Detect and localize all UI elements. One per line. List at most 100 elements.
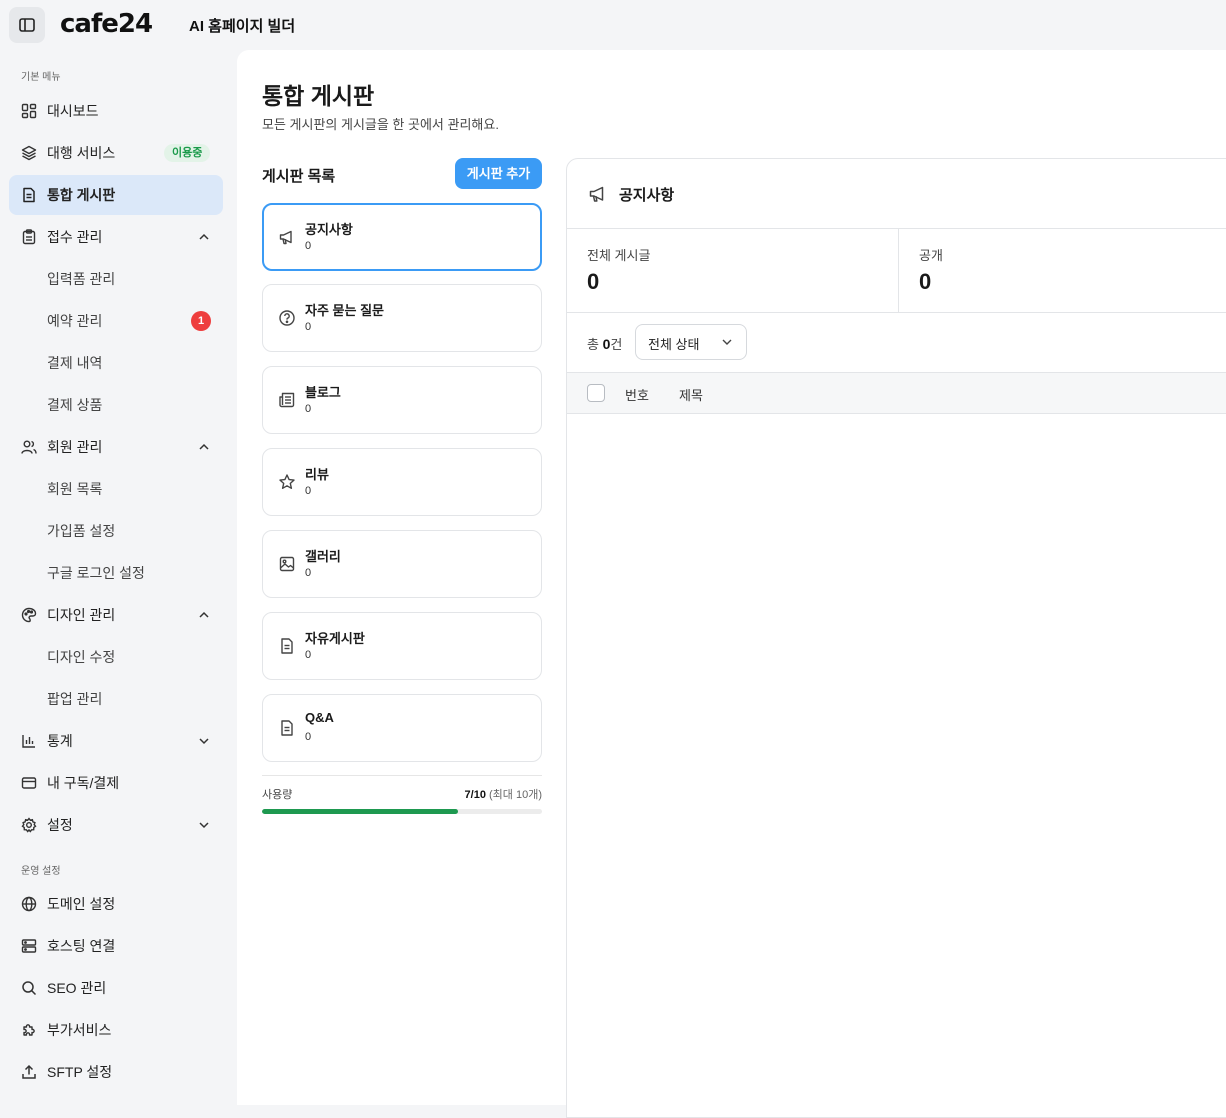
sidebar-item-dashboard[interactable]: 대시보드 xyxy=(9,91,223,131)
sidebar-item-reception[interactable]: 접수 관리 xyxy=(9,217,223,257)
board-detail-panel: 공지사항 전체 게시글 0 공개 0 총 0건 전체 상태 번호 제목 xyxy=(566,158,1226,1118)
cafe24-logo[interactable]: cafe24 xyxy=(60,9,153,39)
status-filter-select[interactable]: 전체 상태 xyxy=(635,324,747,360)
sidebar-item-label: 통합 게시판 xyxy=(47,187,116,203)
board-card[interactable]: 블로그 0 xyxy=(262,366,542,434)
sidebar-item-form[interactable]: 입력폼 관리 xyxy=(9,259,223,299)
chevron-down-icon xyxy=(199,822,209,829)
board-count: 0 xyxy=(305,321,312,333)
notification-badge: 1 xyxy=(191,311,211,331)
total-suffix: 건 xyxy=(610,337,623,352)
sidebar-item-settings[interactable]: 설정 xyxy=(9,805,223,845)
sidebar-item-label: 접수 관리 xyxy=(47,229,103,245)
sidebar-item-label: 결제 내역 xyxy=(47,355,103,371)
board-count: 0 xyxy=(305,567,312,579)
sidebar-item-agency[interactable]: 대행 서비스 이용중 xyxy=(9,133,223,173)
sidebar-toggle-button[interactable] xyxy=(9,7,45,43)
sidebar-item-hosting[interactable]: 호스팅 연결 xyxy=(9,926,223,966)
section-label-ops: 운영 설정 xyxy=(21,866,61,877)
document-icon xyxy=(20,186,38,204)
board-card[interactable]: 리뷰 0 xyxy=(262,448,542,516)
sidebar-item-payment-history[interactable]: 결제 내역 xyxy=(9,343,223,383)
sidebar-item-subscription[interactable]: 내 구독/결제 xyxy=(9,763,223,803)
board-name: Q&A xyxy=(305,710,334,725)
sidebar-item-members[interactable]: 회원 관리 xyxy=(9,427,223,467)
board-count: 0 xyxy=(305,731,312,743)
star-icon xyxy=(279,474,295,489)
megaphone-icon xyxy=(279,230,292,245)
column-header-number: 번호 xyxy=(625,388,649,403)
layers-icon xyxy=(20,144,38,162)
sidebar-item-label: 결제 상품 xyxy=(47,397,103,413)
palette-icon xyxy=(20,606,38,624)
sidebar-item-label: 부가서비스 xyxy=(47,1022,112,1038)
chevron-down-icon xyxy=(722,339,732,345)
upload-icon xyxy=(20,1063,38,1081)
sidebar-item-popup[interactable]: 팝업 관리 xyxy=(9,679,223,719)
board-count: 0 xyxy=(305,485,312,497)
sidebar-item-payment-products[interactable]: 결제 상품 xyxy=(9,385,223,425)
usage-value: 7/10 (최대 10개) xyxy=(465,786,542,802)
usage-label: 사용량 xyxy=(262,789,293,801)
users-icon xyxy=(20,438,38,456)
sidebar-item-label: 입력폼 관리 xyxy=(47,271,116,287)
board-card[interactable]: 공지사항 0 xyxy=(262,203,542,271)
sidebar-item-design[interactable]: 디자인 관리 xyxy=(9,595,223,635)
select-all-checkbox[interactable] xyxy=(587,384,605,402)
sidebar-item-label: 설정 xyxy=(47,817,73,833)
sidebar-item-seo[interactable]: SEO 관리 xyxy=(9,968,223,1008)
sidebar-item-stats[interactable]: 통계 xyxy=(9,721,223,761)
puzzle-icon xyxy=(20,1021,38,1039)
sidebar-item-design-edit[interactable]: 디자인 수정 xyxy=(9,637,223,677)
board-list-title: 게시판 목록 xyxy=(262,168,336,185)
question-circle-icon xyxy=(279,310,295,326)
total-prefix: 총 xyxy=(587,337,599,352)
sidebar-item-addons[interactable]: 부가서비스 xyxy=(9,1010,223,1050)
usage-count: 7/10 xyxy=(464,789,486,801)
sidebar-item-google-login[interactable]: 구글 로그인 설정 xyxy=(9,553,223,593)
sidebar-item-label: 팝업 관리 xyxy=(47,691,103,707)
board-card[interactable]: 자유게시판 0 xyxy=(262,612,542,680)
top-bar: cafe24 AI 홈페이지 빌더 xyxy=(0,0,1226,50)
board-card[interactable]: Q&A 0 xyxy=(262,694,542,762)
sidebar-item-label: 호스팅 연결 xyxy=(47,938,116,954)
chevron-down-icon xyxy=(199,738,209,745)
sidebar-item-label: SEO 관리 xyxy=(47,980,107,996)
table-header: 번호 제목 xyxy=(567,372,1226,414)
chevron-up-icon xyxy=(199,443,209,450)
image-icon xyxy=(279,556,295,572)
sidebar-item-label: 회원 목록 xyxy=(47,481,103,497)
megaphone-icon xyxy=(589,186,604,202)
divider xyxy=(262,775,542,776)
sidebar-item-domain[interactable]: 도메인 설정 xyxy=(9,884,223,924)
sidebar-item-label: 도메인 설정 xyxy=(47,896,116,912)
status-badge: 이용중 xyxy=(164,144,211,162)
board-card[interactable]: 갤러리 0 xyxy=(262,530,542,598)
sidebar-item-label: SFTP 설정 xyxy=(47,1064,113,1080)
server-icon xyxy=(20,937,38,955)
sidebar-item-board[interactable]: 통합 게시판 xyxy=(9,175,223,215)
usage-max-note: (최대 10개) xyxy=(489,789,542,801)
sidebar-item-member-list[interactable]: 회원 목록 xyxy=(9,469,223,509)
usage-progress-bar xyxy=(262,809,542,814)
sidebar-item-label: 회원 관리 xyxy=(47,439,103,455)
globe-icon xyxy=(20,895,38,913)
sidebar-item-sftp[interactable]: SFTP 설정 xyxy=(9,1052,223,1092)
total-count-text: 총 0건 xyxy=(587,334,622,353)
chevron-up-icon xyxy=(199,233,209,240)
newspaper-icon xyxy=(279,392,295,408)
board-card[interactable]: 자주 묻는 질문 0 xyxy=(262,284,542,352)
sidebar-item-signup-settings[interactable]: 가입폼 설정 xyxy=(9,511,223,551)
add-board-button[interactable]: 게시판 추가 xyxy=(455,158,542,189)
section-label-basic: 기본 메뉴 xyxy=(21,72,61,83)
bar-chart-icon xyxy=(20,732,38,750)
sidebar-item-reservation[interactable]: 예약 관리 1 xyxy=(9,301,223,341)
board-count: 0 xyxy=(305,403,312,415)
sidebar-item-label: 디자인 수정 xyxy=(47,649,116,665)
sidebar-item-label: 대행 서비스 xyxy=(47,145,116,161)
sidebar-item-label: 구글 로그인 설정 xyxy=(47,565,145,581)
board-name: 리뷰 xyxy=(305,467,329,482)
usage-progress-fill xyxy=(262,809,458,814)
sidebar: 기본 메뉴 대시보드 대행 서비스 이용중 통합 게시판 접수 관리 입력폼 관… xyxy=(0,50,237,1105)
document-icon xyxy=(281,720,293,736)
